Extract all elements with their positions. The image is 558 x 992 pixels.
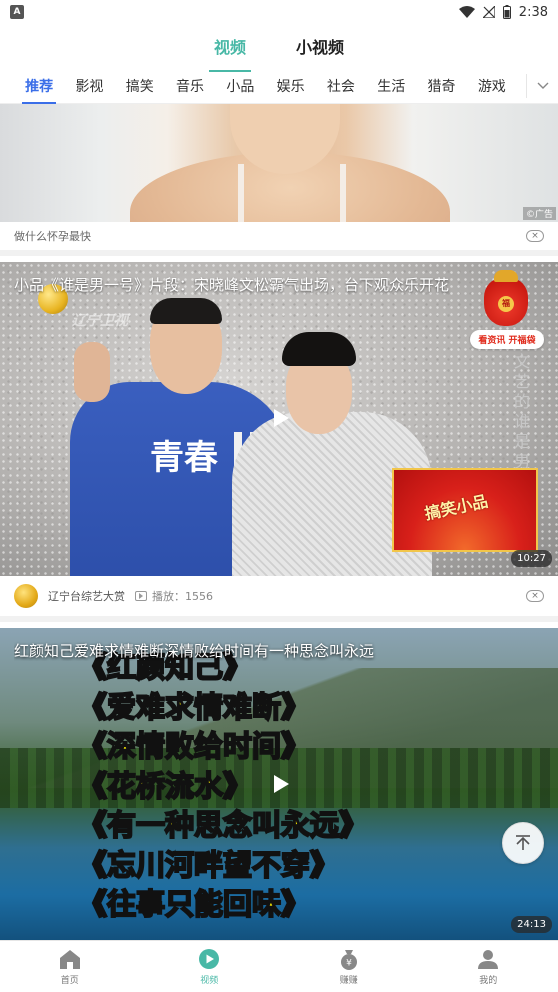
nav-item-earn[interactable]: ¥ 赚赚	[279, 941, 419, 992]
poem-line: 《花桥流水》	[77, 768, 253, 804]
app-notification-icon: A	[10, 5, 24, 19]
home-icon	[59, 949, 80, 969]
video-1-performer-right-hair	[282, 332, 356, 366]
ad-image[interactable]: ©广告	[0, 104, 558, 222]
video-1-channel-logo: 辽宁卫视	[72, 313, 128, 329]
ad-close-button[interactable]: ×	[526, 230, 544, 242]
bottom-nav: 首页 视频 ¥ 赚赚 我的	[0, 940, 558, 992]
avatar[interactable]	[14, 584, 38, 608]
nav-item-me[interactable]: 我的	[419, 941, 558, 992]
ad-caption[interactable]: 做什么怀孕最快	[14, 228, 91, 244]
wifi-icon	[458, 6, 475, 18]
category-tab-movies[interactable]: 影视	[64, 76, 114, 96]
nav-label-video: 视频	[200, 975, 219, 986]
nav-label-home: 首页	[60, 975, 79, 986]
category-tab-curiosity[interactable]: 猎奇	[416, 76, 466, 96]
category-tab-recommend[interactable]: 推荐	[14, 76, 64, 104]
play-count-icon	[135, 591, 147, 601]
video-1-dismiss-button[interactable]: ×	[526, 590, 544, 602]
ad-photo-strap-left	[238, 164, 244, 222]
video-1-shirt-text: 青春	[150, 438, 218, 478]
video-2-poem-overlay: 《红颜知己》 《爱难求情难断》 《深情败给时间》 《花桥流水》 《有一种思念叫永…	[77, 648, 369, 925]
play-icon[interactable]	[272, 774, 290, 794]
arrow-up-icon	[516, 835, 530, 850]
poem-line: 《往事只能回味》	[77, 886, 311, 922]
tab-video[interactable]: 视频	[208, 28, 252, 72]
top-tabs: 视频 小视频	[0, 24, 558, 72]
back-to-top-button[interactable]	[502, 822, 544, 864]
video-1-meta-row: 辽宁台综艺大赏 播放：1556 ×	[0, 576, 558, 622]
video-play-icon	[199, 948, 220, 969]
video-2-duration: 24:13	[511, 916, 552, 933]
status-bar: A 2:38	[0, 0, 558, 24]
video-1-performer-left-arm	[74, 342, 110, 402]
poem-line: 《深情败给时间》	[77, 728, 311, 764]
video-1-red-fan-banner: 搞笑小品	[392, 468, 538, 552]
play-icon[interactable]	[272, 408, 290, 428]
ad-source-mark: ©广告	[522, 207, 556, 220]
ad-caption-row: 做什么怀孕最快 ×	[0, 222, 558, 256]
tab-short-video[interactable]: 小视频	[294, 28, 346, 64]
video-1-title[interactable]: 小品《谁是男一号》片段：宋晓峰文松霸气出场，台下观众乐开花	[14, 274, 544, 295]
category-tab-society[interactable]: 社会	[316, 76, 366, 96]
video-1-duration: 10:27	[511, 550, 552, 567]
video-1-performer-left-hair	[150, 298, 222, 324]
lucky-bag-widget[interactable]: 福 看资讯 开福袋	[470, 270, 544, 349]
category-tab-music[interactable]: 音乐	[165, 76, 215, 96]
status-time: 2:38	[518, 4, 548, 20]
category-bar: 推荐 影视 搞笑 音乐 小品 娱乐 社会 生活 猎奇 游戏	[0, 68, 558, 104]
no-signal-icon	[482, 6, 495, 18]
chevron-down-icon	[537, 82, 548, 89]
category-tab-games[interactable]: 游戏	[467, 76, 517, 96]
category-tab-sketch[interactable]: 小品	[215, 76, 265, 96]
video-1-channel-name[interactable]: 辽宁台综艺大赏	[48, 588, 125, 604]
person-icon	[478, 949, 499, 969]
category-expand-button[interactable]	[527, 82, 558, 90]
nav-label-me: 我的	[479, 975, 498, 986]
category-tab-life[interactable]: 生活	[366, 76, 416, 96]
lucky-bag-coin: 福	[498, 296, 514, 312]
poem-line: 《有一种思念叫永远》	[77, 807, 369, 843]
video-1-play-count: 播放：1556	[152, 590, 213, 603]
video-1-fan-text: 搞笑小品	[423, 491, 490, 524]
nav-item-video[interactable]: 视频	[140, 941, 280, 992]
poem-line: 《忘川河畔望不穿》	[77, 847, 340, 883]
nav-label-earn: 赚赚	[339, 975, 358, 986]
money-bag-icon: ¥	[340, 949, 357, 970]
category-tab-entertainment[interactable]: 娱乐	[265, 76, 315, 96]
ad-photo-strap-right	[340, 164, 346, 222]
lucky-bag-label: 看资讯 开福袋	[470, 330, 544, 349]
nav-item-home[interactable]: 首页	[0, 941, 140, 992]
lucky-bag-icon: 福	[484, 270, 528, 326]
svg-text:¥: ¥	[346, 958, 352, 968]
video-2-title[interactable]: 红颜知己爱难求情难断深情败给时间有一种思念叫永远	[14, 640, 544, 661]
video-card-2[interactable]: 《红颜知己》 《爱难求情难断》 《深情败给时间》 《花桥流水》 《有一种思念叫永…	[0, 628, 558, 940]
battery-icon	[502, 5, 511, 19]
poem-line: 《爱难求情难断》	[77, 689, 311, 725]
category-tab-funny[interactable]: 搞笑	[115, 76, 165, 96]
